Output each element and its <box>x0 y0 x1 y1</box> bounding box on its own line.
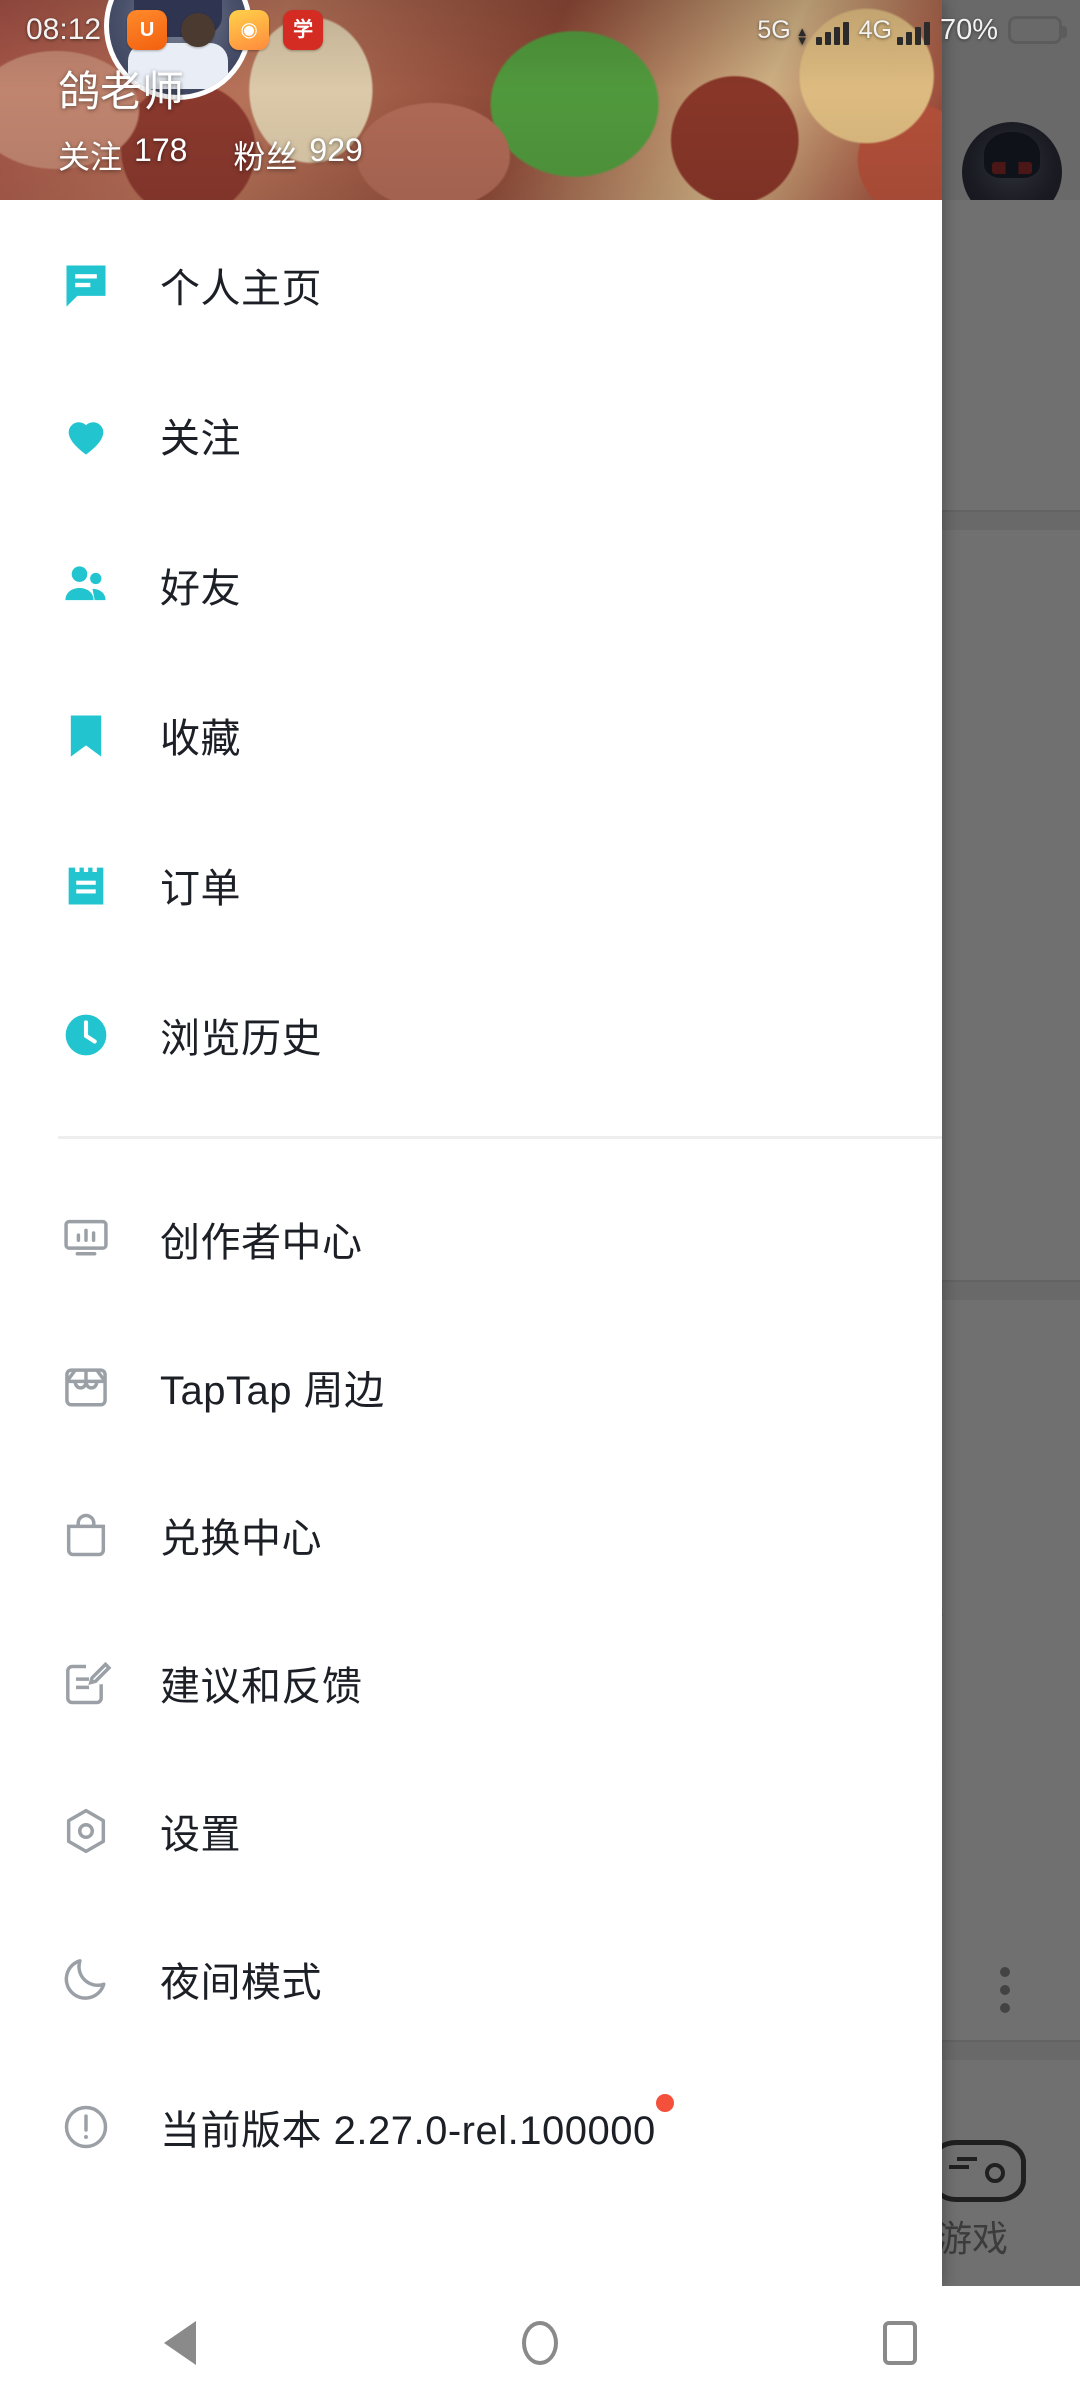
receipt-icon <box>58 857 114 913</box>
followers-stat[interactable]: 粉丝 929 <box>233 132 362 178</box>
monitor-chart-icon <box>58 1211 114 1267</box>
shopping-bag-icon <box>58 1507 114 1563</box>
menu-label: 建议和反馈 <box>160 1665 363 1709</box>
moon-icon <box>58 1951 114 2007</box>
profile-stats: 关注 178 粉丝 929 <box>58 132 363 178</box>
menu-label: 当前版本 2.27.0-rel.100000 <box>160 2094 674 2156</box>
menu-item-orders[interactable]: 订单 <box>0 810 942 960</box>
menu-label: 兑换中心 <box>160 1517 322 1561</box>
menu-item-settings[interactable]: 设置 <box>0 1757 942 1905</box>
menu-item-browsing-history[interactable]: 浏览历史 <box>0 960 942 1110</box>
following-label: 关注 <box>58 139 123 175</box>
menu-item-exchange-center[interactable]: 兑换中心 <box>0 1461 942 1609</box>
settings-hex-icon <box>58 1803 114 1859</box>
menu-item-following[interactable]: 关注 <box>0 360 942 510</box>
home-icon <box>522 2321 558 2365</box>
back-icon <box>164 2321 196 2365</box>
recents-button[interactable] <box>820 2286 980 2400</box>
menu-label: 设置 <box>160 1813 241 1857</box>
recents-icon <box>883 2321 917 2365</box>
edit-note-icon <box>58 1655 114 1711</box>
home-button[interactable] <box>460 2286 620 2400</box>
friends-icon <box>58 557 114 613</box>
navigation-drawer: 鸽老师 关注 178 粉丝 929 个人主页 关注 好友 收藏 订单 浏览历史 … <box>0 0 942 2286</box>
menu-label: 收藏 <box>160 717 241 761</box>
back-button[interactable] <box>100 2286 260 2400</box>
menu-label: 个人主页 <box>160 267 322 311</box>
menu-secondary-section: 创作者中心 TapTap 周边 兑换中心 建议和反馈 设置 夜间模式 当前版本 … <box>0 1165 942 2201</box>
menu-label: TapTap 周边 <box>160 1369 385 1413</box>
followers-label: 粉丝 <box>233 139 298 175</box>
menu-section-divider <box>58 1136 942 1139</box>
info-circle-icon <box>58 2099 114 2155</box>
following-stat[interactable]: 关注 178 <box>58 132 187 178</box>
bookmark-icon <box>58 707 114 763</box>
menu-label: 夜间模式 <box>160 1961 322 2005</box>
drawer-header[interactable]: 鸽老师 关注 178 粉丝 929 <box>0 0 942 200</box>
menu-item-creator-center[interactable]: 创作者中心 <box>0 1165 942 1313</box>
android-nav-bar <box>0 2286 1080 2400</box>
menu-item-favorites[interactable]: 收藏 <box>0 660 942 810</box>
menu-label: 好友 <box>160 567 241 611</box>
followers-count: 929 <box>309 132 363 168</box>
menu-item-taptap-merch[interactable]: TapTap 周边 <box>0 1313 942 1461</box>
following-count: 178 <box>134 132 188 168</box>
menu-item-personal-homepage[interactable]: 个人主页 <box>0 210 942 360</box>
update-badge-dot <box>655 2094 674 2112</box>
menu-label: 关注 <box>160 417 241 461</box>
menu-label: 创作者中心 <box>160 1221 363 1265</box>
store-icon <box>58 1359 114 1415</box>
menu-item-feedback[interactable]: 建议和反馈 <box>0 1609 942 1757</box>
menu-label: 订单 <box>160 867 241 911</box>
menu-primary-section: 个人主页 关注 好友 收藏 订单 浏览历史 <box>0 200 942 1110</box>
heart-icon <box>58 407 114 463</box>
chat-bubble-icon <box>58 257 114 313</box>
menu-label: 浏览历史 <box>160 1017 322 1061</box>
menu-item-current-version[interactable]: 当前版本 2.27.0-rel.100000 <box>0 2053 942 2201</box>
menu-item-night-mode[interactable]: 夜间模式 <box>0 1905 942 2053</box>
clock-icon <box>58 1007 114 1063</box>
profile-name: 鸽老师 <box>58 68 185 115</box>
menu-item-friends[interactable]: 好友 <box>0 510 942 660</box>
